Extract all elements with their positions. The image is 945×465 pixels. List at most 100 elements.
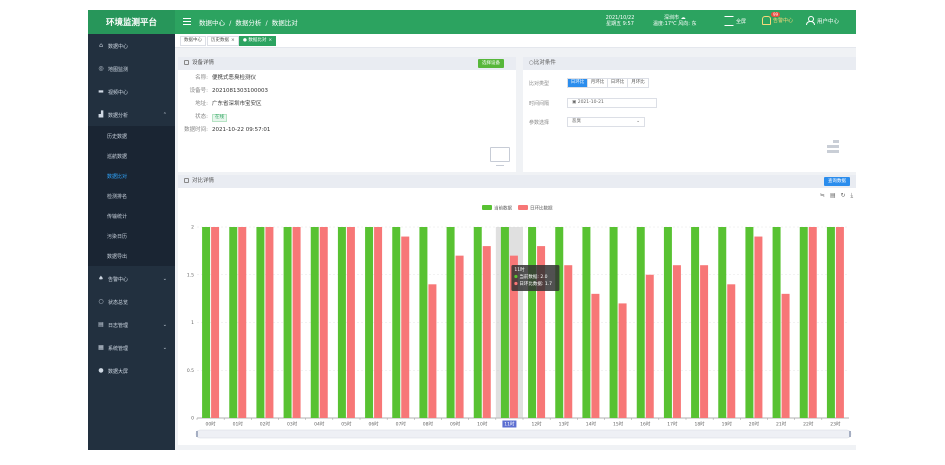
tab-history[interactable]: 历史数据 × — [207, 36, 239, 46]
compare-panel-header: ○比对条件 — [523, 57, 856, 70]
tab-data-center[interactable]: 数据中心 — [180, 36, 206, 46]
bar-prev[interactable] — [591, 293, 600, 418]
sidebar-item-analysis[interactable]: ▟ 数据分析 ⌃ — [88, 106, 175, 124]
bar-current[interactable] — [446, 227, 455, 418]
bar-prev[interactable] — [428, 284, 437, 418]
zoom-slider[interactable] — [195, 429, 852, 439]
alarm-center-button[interactable]: 告警中心 — [762, 16, 793, 25]
bar-prev[interactable] — [346, 227, 355, 418]
x-tick-label: 15时 — [613, 421, 624, 428]
bar-current[interactable] — [473, 227, 482, 418]
user-center-button[interactable]: 用户中心 — [806, 16, 839, 25]
bar-current[interactable] — [202, 227, 211, 418]
bar-prev[interactable] — [564, 265, 573, 418]
breadcrumb-item[interactable]: 数据分析 — [235, 19, 261, 27]
legend-label[interactable]: 当前数据 — [494, 205, 512, 212]
sidebar-subitem-export[interactable]: 数据导出 — [88, 246, 175, 266]
bar-prev[interactable] — [455, 255, 464, 418]
close-icon[interactable]: × — [268, 38, 272, 43]
sidebar-item-logs[interactable]: ▤ 日志管理 ⌄ — [88, 316, 175, 334]
sidebar-subitem-history[interactable]: 历史数据 — [88, 126, 175, 146]
bar-prev[interactable] — [292, 227, 301, 418]
bar-current[interactable] — [365, 227, 374, 418]
sidebar-subitem-compare[interactable]: 数据比对 — [88, 166, 175, 186]
bar-current[interactable] — [528, 227, 537, 418]
bar-current[interactable] — [636, 227, 645, 418]
bar-prev[interactable] — [835, 227, 844, 418]
sidebar-subitem-ranking[interactable]: 检测排名 — [88, 186, 175, 206]
bar-current[interactable] — [419, 227, 428, 418]
legend-swatch[interactable] — [482, 205, 492, 210]
bar-prev[interactable] — [319, 227, 328, 418]
bar-current[interactable] — [691, 227, 700, 418]
bar-current[interactable] — [772, 227, 781, 418]
x-tick-label: 18时 — [694, 421, 705, 428]
sidebar-subitem-calendar[interactable]: 污染日历 — [88, 226, 175, 246]
sidebar-item-alarm[interactable]: ♠ 告警中心 ⌄ — [88, 270, 175, 288]
close-icon[interactable]: × — [231, 38, 235, 43]
bar-prev[interactable] — [238, 227, 247, 418]
bar-current[interactable] — [799, 227, 808, 418]
param-select[interactable]: 恶臭 ⌄ — [567, 117, 645, 127]
home-icon: ⌂ — [99, 42, 103, 49]
menu-toggle-icon[interactable] — [183, 18, 191, 25]
device-status-row: 状态: 在线 — [178, 112, 478, 122]
breadcrumb-current: 数据比对 — [271, 19, 298, 27]
fullscreen-button[interactable]: 全屏 — [724, 16, 746, 26]
bar-current[interactable] — [310, 227, 319, 418]
sidebar-item-status[interactable]: ○ 状态总览 — [88, 293, 175, 311]
bar-prev[interactable] — [781, 293, 790, 418]
bar-current[interactable] — [555, 227, 564, 418]
bar-current[interactable] — [337, 227, 346, 418]
bar-prev[interactable] — [265, 227, 274, 418]
y-tick-label: 1.5 — [187, 272, 194, 278]
bar-prev[interactable] — [754, 236, 763, 418]
bar-current[interactable] — [582, 227, 591, 418]
bar-prev[interactable] — [401, 236, 410, 418]
compare-param-row: 参数选择 — [529, 120, 550, 126]
zoom-handle-left[interactable] — [196, 431, 198, 437]
compare-type-group: 日环比 月环比 日环比 月环比 — [567, 78, 649, 88]
bar-current[interactable] — [826, 227, 835, 418]
legend-label[interactable]: 日环比数据 — [530, 205, 553, 212]
sidebar-item-video[interactable]: ▬ 视频中心 — [88, 83, 175, 101]
zoom-handle-right[interactable] — [849, 431, 851, 437]
bar-prev[interactable] — [618, 303, 627, 418]
bar-current[interactable] — [229, 227, 238, 418]
date-input[interactable]: ▣ 2021-10-21 — [567, 98, 657, 108]
sidebar-item-data-center[interactable]: ⌂ 数据中心 — [88, 37, 175, 55]
bar-current[interactable] — [663, 227, 672, 418]
settings-icon — [184, 60, 189, 65]
bar-current[interactable] — [392, 227, 401, 418]
sidebar-item-bigscreen[interactable]: ● 数据大屏 — [88, 362, 175, 380]
bar-current[interactable] — [745, 227, 754, 418]
breadcrumb-item[interactable]: 数据中心 — [199, 19, 225, 27]
bar-current[interactable] — [718, 227, 727, 418]
bar-prev[interactable] — [700, 265, 709, 418]
bar-current[interactable] — [256, 227, 265, 418]
bar-prev[interactable] — [374, 227, 383, 418]
bar-current[interactable] — [609, 227, 618, 418]
bar-prev[interactable] — [727, 284, 736, 418]
bar-prev[interactable] — [211, 227, 220, 418]
bar-prev[interactable] — [808, 227, 817, 418]
sidebar-item-map[interactable]: ◎ 地图监测 — [88, 60, 175, 78]
tooltip-dot — [514, 274, 518, 279]
bar-current[interactable] — [283, 227, 292, 418]
legend-swatch[interactable] — [518, 205, 528, 210]
bar-prev[interactable] — [672, 265, 681, 418]
compare-type-month-2[interactable]: 月环比 — [628, 79, 648, 87]
compare-type-day[interactable]: 日环比 — [568, 79, 588, 87]
bar-current[interactable] — [500, 227, 509, 418]
tab-compare[interactable]: ● 数据比对 × — [239, 36, 277, 46]
compare-type-month[interactable]: 月环比 — [588, 79, 608, 87]
select-device-button[interactable]: 选择设备 — [478, 59, 504, 68]
sidebar-item-system[interactable]: ▦ 系统管理 ⌄ — [88, 339, 175, 357]
bar-prev[interactable] — [645, 274, 654, 418]
sidebar-subitem-transfer[interactable]: 传输统计 — [88, 206, 175, 226]
sidebar-subitem-cruise[interactable]: 巡航数据 — [88, 146, 175, 166]
bar-prev[interactable] — [482, 246, 491, 418]
tabs-bar: 数据中心 历史数据 × ● 数据比对 × — [175, 34, 856, 48]
user-label: 用户中心 — [817, 18, 840, 25]
compare-type-day-2[interactable]: 日环比 — [608, 79, 628, 87]
